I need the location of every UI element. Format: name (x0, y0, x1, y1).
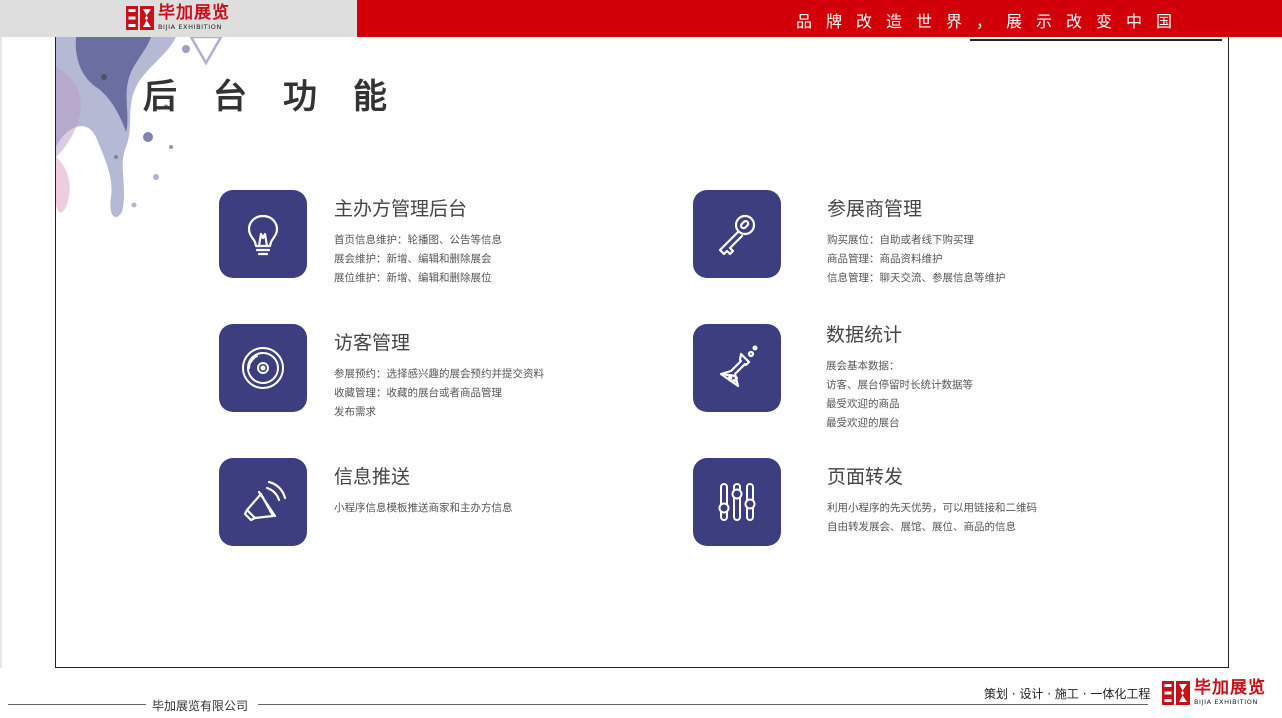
feature-icon-tile (693, 324, 781, 412)
feature-line: 发布需求 (334, 406, 376, 418)
feature-line: 访客、展台停留时长统计数据等 (826, 379, 973, 391)
feature-line: 购买展位：自助或者线下购买理 (827, 234, 974, 246)
feature-text: 主办方管理后台 首页信息维护：轮播图、公告等信息 展会维护：新增、编辑和删除展会… (334, 194, 502, 288)
feature-title: 数据统计 (826, 324, 903, 346)
feature-card-exhibitor: 参展商管理 购买展位：自助或者线下购买理 商品管理：商品资料维护 信息管理：聊天… (693, 190, 1133, 310)
feature-text: 参展商管理 购买展位：自助或者线下购买理 商品管理：商品资料维护 信息管理：聊天… (827, 194, 1006, 288)
watercolor-splash-decoration (56, 37, 223, 217)
feature-text: 信息推送 小程序信息模板推送商家和主办方信息 (334, 462, 513, 518)
feature-text: 页面转发 利用小程序的先天优势，可以用链接和二维码 自由转发展会、展馆、展位、商… (827, 462, 1037, 537)
feature-line: 收藏管理：收藏的展台或者商品管理 (334, 387, 502, 399)
key-icon (718, 214, 756, 256)
footer-rule-right (258, 704, 1148, 705)
feature-icon-tile (219, 190, 307, 278)
logo-mark-icon (1162, 680, 1190, 705)
footer-brand-logo: 毕加展览 BIJIA EXHIBITION (1162, 680, 1266, 706)
top-rule-divider (970, 39, 1222, 41)
page-title: 后台功能 (143, 77, 423, 117)
feature-line: 自由转发展会、展馆、展位、商品的信息 (827, 521, 1016, 533)
brand-logo: 毕加展览 BIJIA EXHIBITION (126, 5, 230, 31)
feature-card-organizer: 主办方管理后台 首页信息维护：轮播图、公告等信息 展会维护：新增、编辑和删除展会… (219, 190, 659, 310)
megaphone-icon (243, 480, 287, 522)
feature-line: 最受欢迎的展台 (826, 417, 900, 429)
feature-line: 参展预约：选择感兴趣的展会预约并提交资料 (334, 368, 544, 380)
vinyl-disc-icon (242, 347, 284, 389)
logo-text: 毕加展览 BIJIA EXHIBITION (158, 5, 230, 31)
feature-title: 信息推送 (334, 466, 411, 488)
logo-text: 毕加展览 BIJIA EXHIBITION (1194, 680, 1266, 706)
feature-line: 展会基本数据： (826, 360, 900, 372)
brand-name-cn: 毕加展览 (1194, 678, 1266, 698)
feature-card-statistics: 数据统计 展会基本数据： 访客、展台停留时长统计数据等 最受欢迎的商品 最受欢迎… (693, 324, 1133, 444)
brand-name-en: BIJIA EXHIBITION (1194, 698, 1258, 706)
feature-card-forward: 页面转发 利用小程序的先天优势，可以用链接和二维码 自由转发展会、展馆、展位、商… (693, 458, 1133, 578)
sliders-icon (718, 483, 756, 521)
brand-name-en: BIJIA EXHIBITION (158, 23, 222, 31)
feature-line: 首页信息维护：轮播图、公告等信息 (334, 234, 502, 246)
feature-icon-tile (693, 458, 781, 546)
brand-name-cn: 毕加展览 (158, 3, 230, 23)
feature-line: 展位维护：新增、编辑和删除展位 (334, 272, 492, 284)
footer-company: 毕加展览有限公司 (152, 699, 249, 713)
feature-line: 最受欢迎的商品 (826, 398, 900, 410)
left-edge-shadow (0, 37, 2, 668)
footer-tagline: 策划 · 设计 · 施工 · 一体化工程 (984, 687, 1151, 701)
feature-title: 页面转发 (827, 466, 904, 488)
feature-icon-tile (219, 324, 307, 412)
feature-title: 主办方管理后台 (334, 198, 468, 220)
feature-icon-tile (219, 458, 307, 546)
feature-line: 利用小程序的先天优势，可以用链接和二维码 (827, 502, 1037, 514)
feature-title: 参展商管理 (827, 198, 923, 220)
feature-line: 商品管理：商品资料维护 (827, 253, 943, 265)
flask-icon (719, 345, 758, 388)
lightbulb-icon (247, 214, 279, 256)
feature-text: 数据统计 展会基本数据： 访客、展台停留时长统计数据等 最受欢迎的商品 最受欢迎… (826, 320, 973, 433)
feature-card-visitor: 访客管理 参展预约：选择感兴趣的展会预约并提交资料 收藏管理：收藏的展台或者商品… (219, 324, 659, 444)
content-frame: 后台功能 主办方管理后台 首页信息维护：轮播图、公告等信息 展会维护：新增、编辑… (55, 37, 1229, 668)
feature-line: 展会维护：新增、编辑和删除展会 (334, 253, 492, 265)
feature-icon-tile (693, 190, 781, 278)
feature-line: 小程序信息模板推送商家和主办方信息 (334, 502, 513, 514)
footer-rule-left (8, 704, 146, 705)
logo-mark-icon (126, 5, 154, 30)
feature-title: 访客管理 (334, 332, 411, 354)
header-bar: 毕加展览 BIJIA EXHIBITION 品牌改造世界，展示改变中国 (0, 0, 1282, 37)
feature-line: 信息管理：聊天交流、参展信息等维护 (827, 272, 1006, 284)
feature-text: 访客管理 参展预约：选择感兴趣的展会预约并提交资料 收藏管理：收藏的展台或者商品… (334, 328, 544, 422)
header-slogan: 品牌改造世界，展示改变中国 (795, 12, 1186, 31)
feature-card-push: 信息推送 小程序信息模板推送商家和主办方信息 (219, 458, 659, 578)
